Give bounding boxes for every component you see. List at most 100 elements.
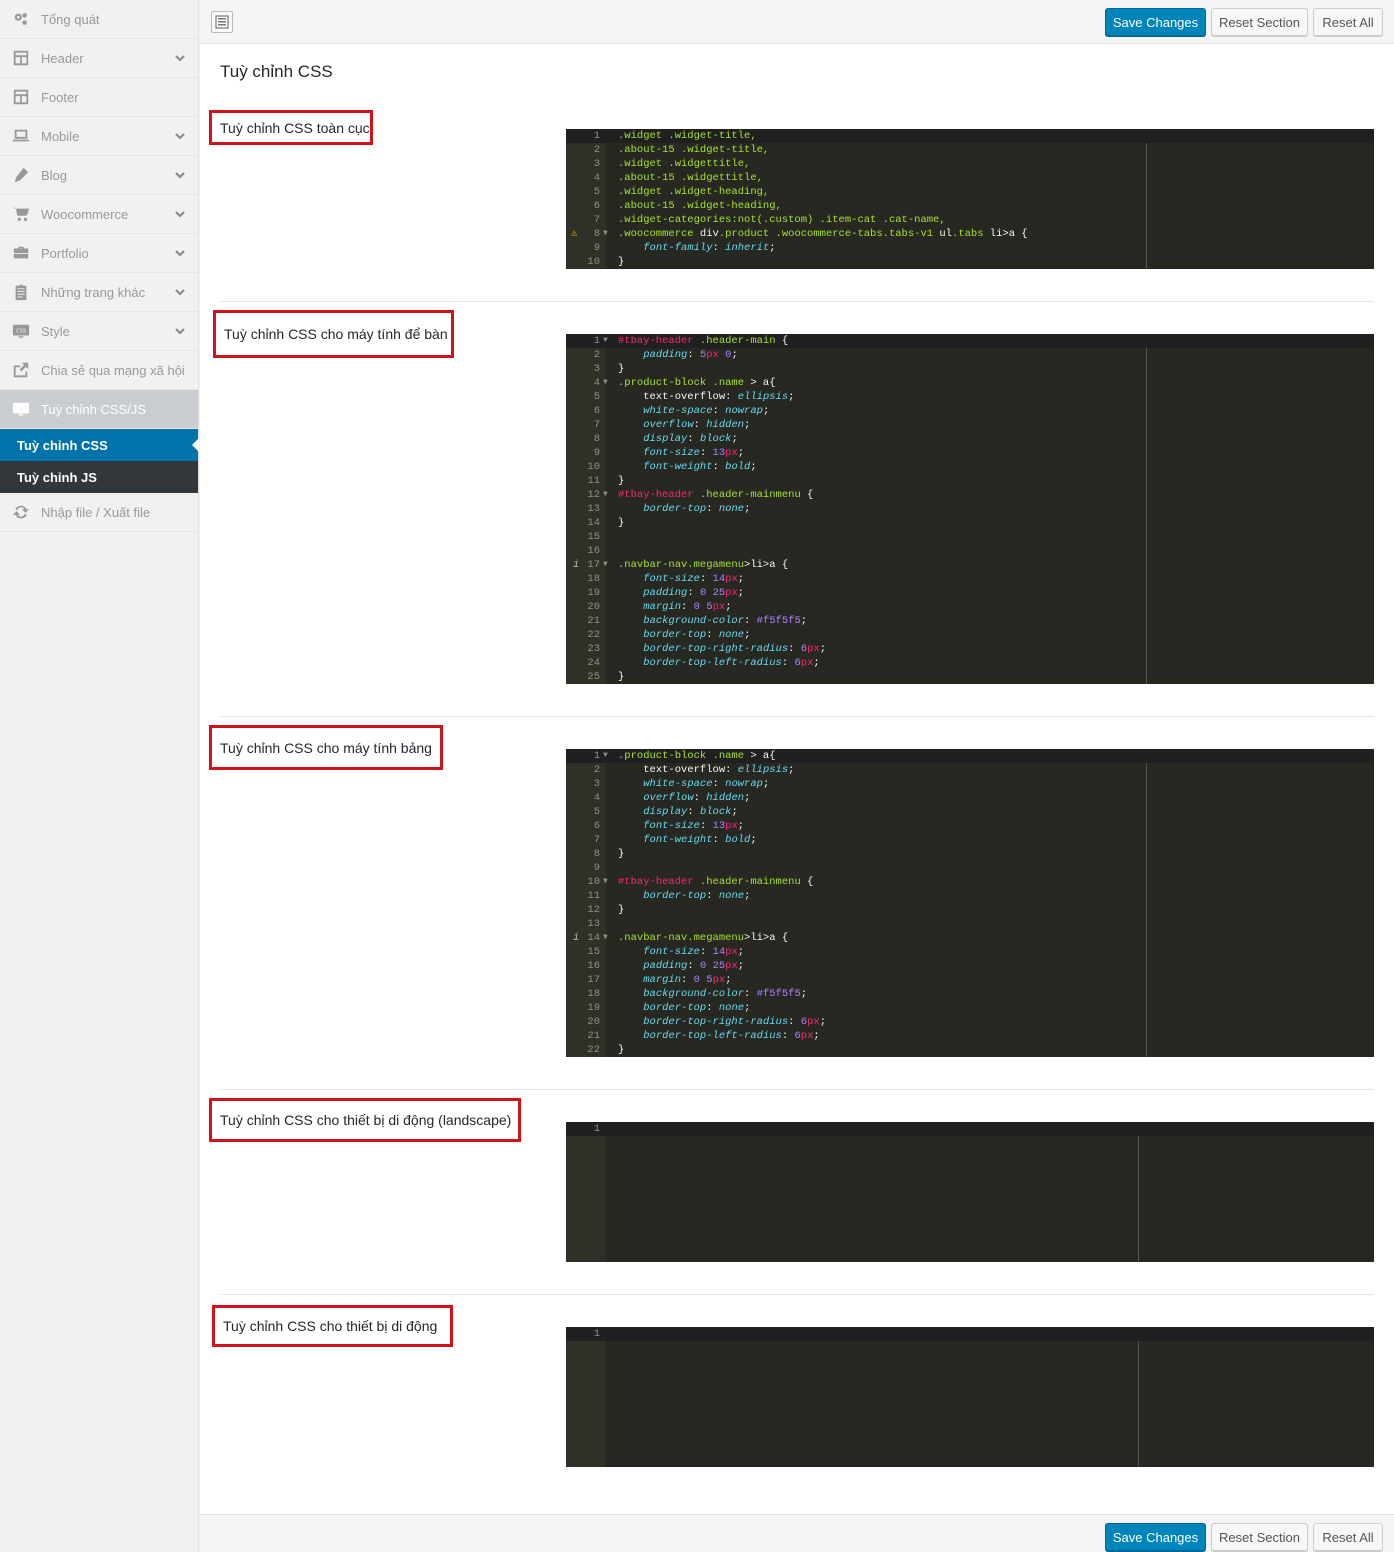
warning-icon[interactable]: ⚠ (571, 227, 577, 241)
sidebar-item-5[interactable]: Woocommerce (0, 195, 198, 234)
code-text: .widget .widget-heading, (618, 185, 769, 199)
fold-arrow-icon[interactable]: ▼ (603, 875, 608, 889)
code-token: : (788, 1016, 801, 1028)
code-text: border-top-right-radius: 6px; (618, 1015, 826, 1029)
sidebar-item-2[interactable]: Footer (0, 78, 198, 117)
code-text: padding: 0 25px; (618, 959, 744, 973)
code-token: ; (737, 960, 745, 972)
sidebar-item-3[interactable]: Mobile (0, 117, 198, 156)
chevron-down-icon (175, 328, 185, 335)
code-token: border-top (643, 890, 707, 902)
briefcase-icon (11, 243, 31, 263)
code-text: overflow: hidden; (618, 418, 750, 432)
print-margin-line (1138, 1122, 1139, 1262)
css-code-editor-3[interactable]: 1 (566, 1122, 1374, 1262)
fold-arrow-icon[interactable]: ▼ (603, 931, 608, 945)
css-code-editor-0[interactable]: 1 .widget .widget-title, 2 .about-15 .widge… (566, 129, 1374, 269)
code-token: .widget .widget-heading, (618, 186, 770, 198)
code-token: : (681, 601, 694, 613)
save-changes-button-bottom[interactable]: Save Changes (1105, 1523, 1206, 1551)
code-token: background-color (643, 615, 745, 627)
line-number: 20 (587, 1016, 600, 1028)
reset-section-button[interactable]: Reset Section (1211, 8, 1308, 36)
fold-arrow-icon[interactable]: ▼ (603, 488, 608, 502)
line-number: 12 (587, 489, 600, 501)
expand-toggle[interactable] (174, 130, 186, 142)
code-text: padding: 0 25px; (618, 586, 744, 600)
info-icon[interactable]: i (573, 931, 579, 945)
code-text: .widget .widgettitle, (618, 157, 750, 171)
expand-toggle[interactable] (174, 325, 186, 337)
reset-section-button-bottom[interactable]: Reset Section (1211, 1523, 1308, 1551)
sidebar-item-1[interactable]: Header (0, 39, 198, 78)
section-label-0: Tuỳ chỉnh CSS toàn cục (209, 110, 373, 145)
sidebar-subitem-1[interactable]: Tuỳ chỉnh JS (0, 461, 198, 493)
expand-toggle[interactable] (174, 169, 186, 181)
expand-toggle[interactable] (174, 286, 186, 298)
reset-all-button[interactable]: Reset All (1313, 8, 1383, 36)
code-token: : (712, 461, 726, 473)
code-token: px (725, 447, 738, 459)
expand-toggle[interactable] (174, 52, 186, 64)
code-token: text-overflow: (618, 764, 738, 776)
sidebar-item-label: Style (41, 323, 70, 339)
expand-toggle[interactable] (174, 247, 186, 259)
code-token: .product-block .name (618, 750, 751, 762)
layout-toggle-button[interactable] (211, 11, 233, 33)
code-text: .about-15 .widget-heading, (618, 199, 782, 213)
code-line: 20 border-top-right-radius: 6px; (566, 1015, 1374, 1029)
sidebar-item-9[interactable]: Chia sẻ qua mạng xã hội (0, 351, 198, 390)
line-number: 21 (587, 615, 600, 627)
line-number: 4 (593, 172, 600, 184)
css-code-editor-1[interactable]: 1 ▼ #tbay-header .header-main {2 padding: … (566, 334, 1374, 684)
fold-arrow-icon[interactable]: ▼ (603, 376, 608, 390)
code-line: 15 font-size: 14px; (566, 945, 1374, 959)
sidebar-item-a0[interactable]: Nhập file / Xuất file (0, 493, 198, 532)
code-token: : (681, 974, 694, 986)
sidebar-item-4[interactable]: Blog (0, 156, 198, 195)
sidebar-item-label: Header (41, 50, 84, 66)
css-code-editor-2[interactable]: 1 ▼ .product-block .name > a{2 text-overfl… (566, 749, 1374, 1057)
code-text: background-color: #f5f5f5; (618, 614, 807, 628)
reset-all-button-bottom[interactable]: Reset All (1313, 1523, 1383, 1551)
expand-toggle[interactable] (174, 208, 186, 220)
code-token: hidden (706, 792, 745, 804)
line-number: 15 (587, 946, 600, 958)
sidebar-item-8[interactable]: CSS Style (0, 312, 198, 351)
css-code-editor-4[interactable]: 1 (566, 1327, 1374, 1467)
code-token: ; (762, 778, 770, 790)
line-number: 2 (593, 764, 600, 776)
code-token: .product-block .name (618, 377, 751, 389)
code-token: li>a { (989, 228, 1028, 240)
code-line: 5 display: block; (566, 805, 1374, 819)
code-token: ellipsis (737, 391, 789, 403)
fold-arrow-icon[interactable]: ▼ (603, 749, 608, 763)
sidebar-subitem-0[interactable]: Tuỳ chỉnh CSS (0, 429, 199, 461)
code-token: border-top (643, 503, 707, 515)
sidebar-item-label: Những trang khác (41, 284, 146, 300)
fold-arrow-icon[interactable]: ▼ (603, 558, 608, 572)
line-number: 17 (587, 974, 600, 986)
fold-arrow-icon[interactable]: ▼ (603, 334, 608, 348)
save-changes-button[interactable]: Save Changes (1105, 8, 1206, 36)
code-token: : (781, 1030, 795, 1042)
refresh-icon (11, 502, 31, 522)
sidebar-item-label: Blog (41, 167, 68, 183)
sidebar-item-10[interactable]: CSS Tuỳ chỉnh CSS/JS (0, 390, 198, 429)
sidebar-item-0[interactable]: Tổng quát (0, 0, 198, 39)
code-token: { (807, 876, 814, 888)
line-number: 4 (593, 792, 600, 804)
code-line: 10 ▼ #tbay-header .header-mainmenu { (566, 875, 1374, 889)
fold-arrow-icon[interactable]: ▼ (603, 227, 608, 241)
code-text: font-size: 14px; (618, 572, 744, 586)
sidebar-item-6[interactable]: Portfolio (0, 234, 198, 273)
code-token: border-top-left-radius (643, 657, 782, 669)
sidebar-item-7[interactable]: Những trang khác (0, 273, 198, 312)
info-icon[interactable]: i (573, 558, 579, 572)
